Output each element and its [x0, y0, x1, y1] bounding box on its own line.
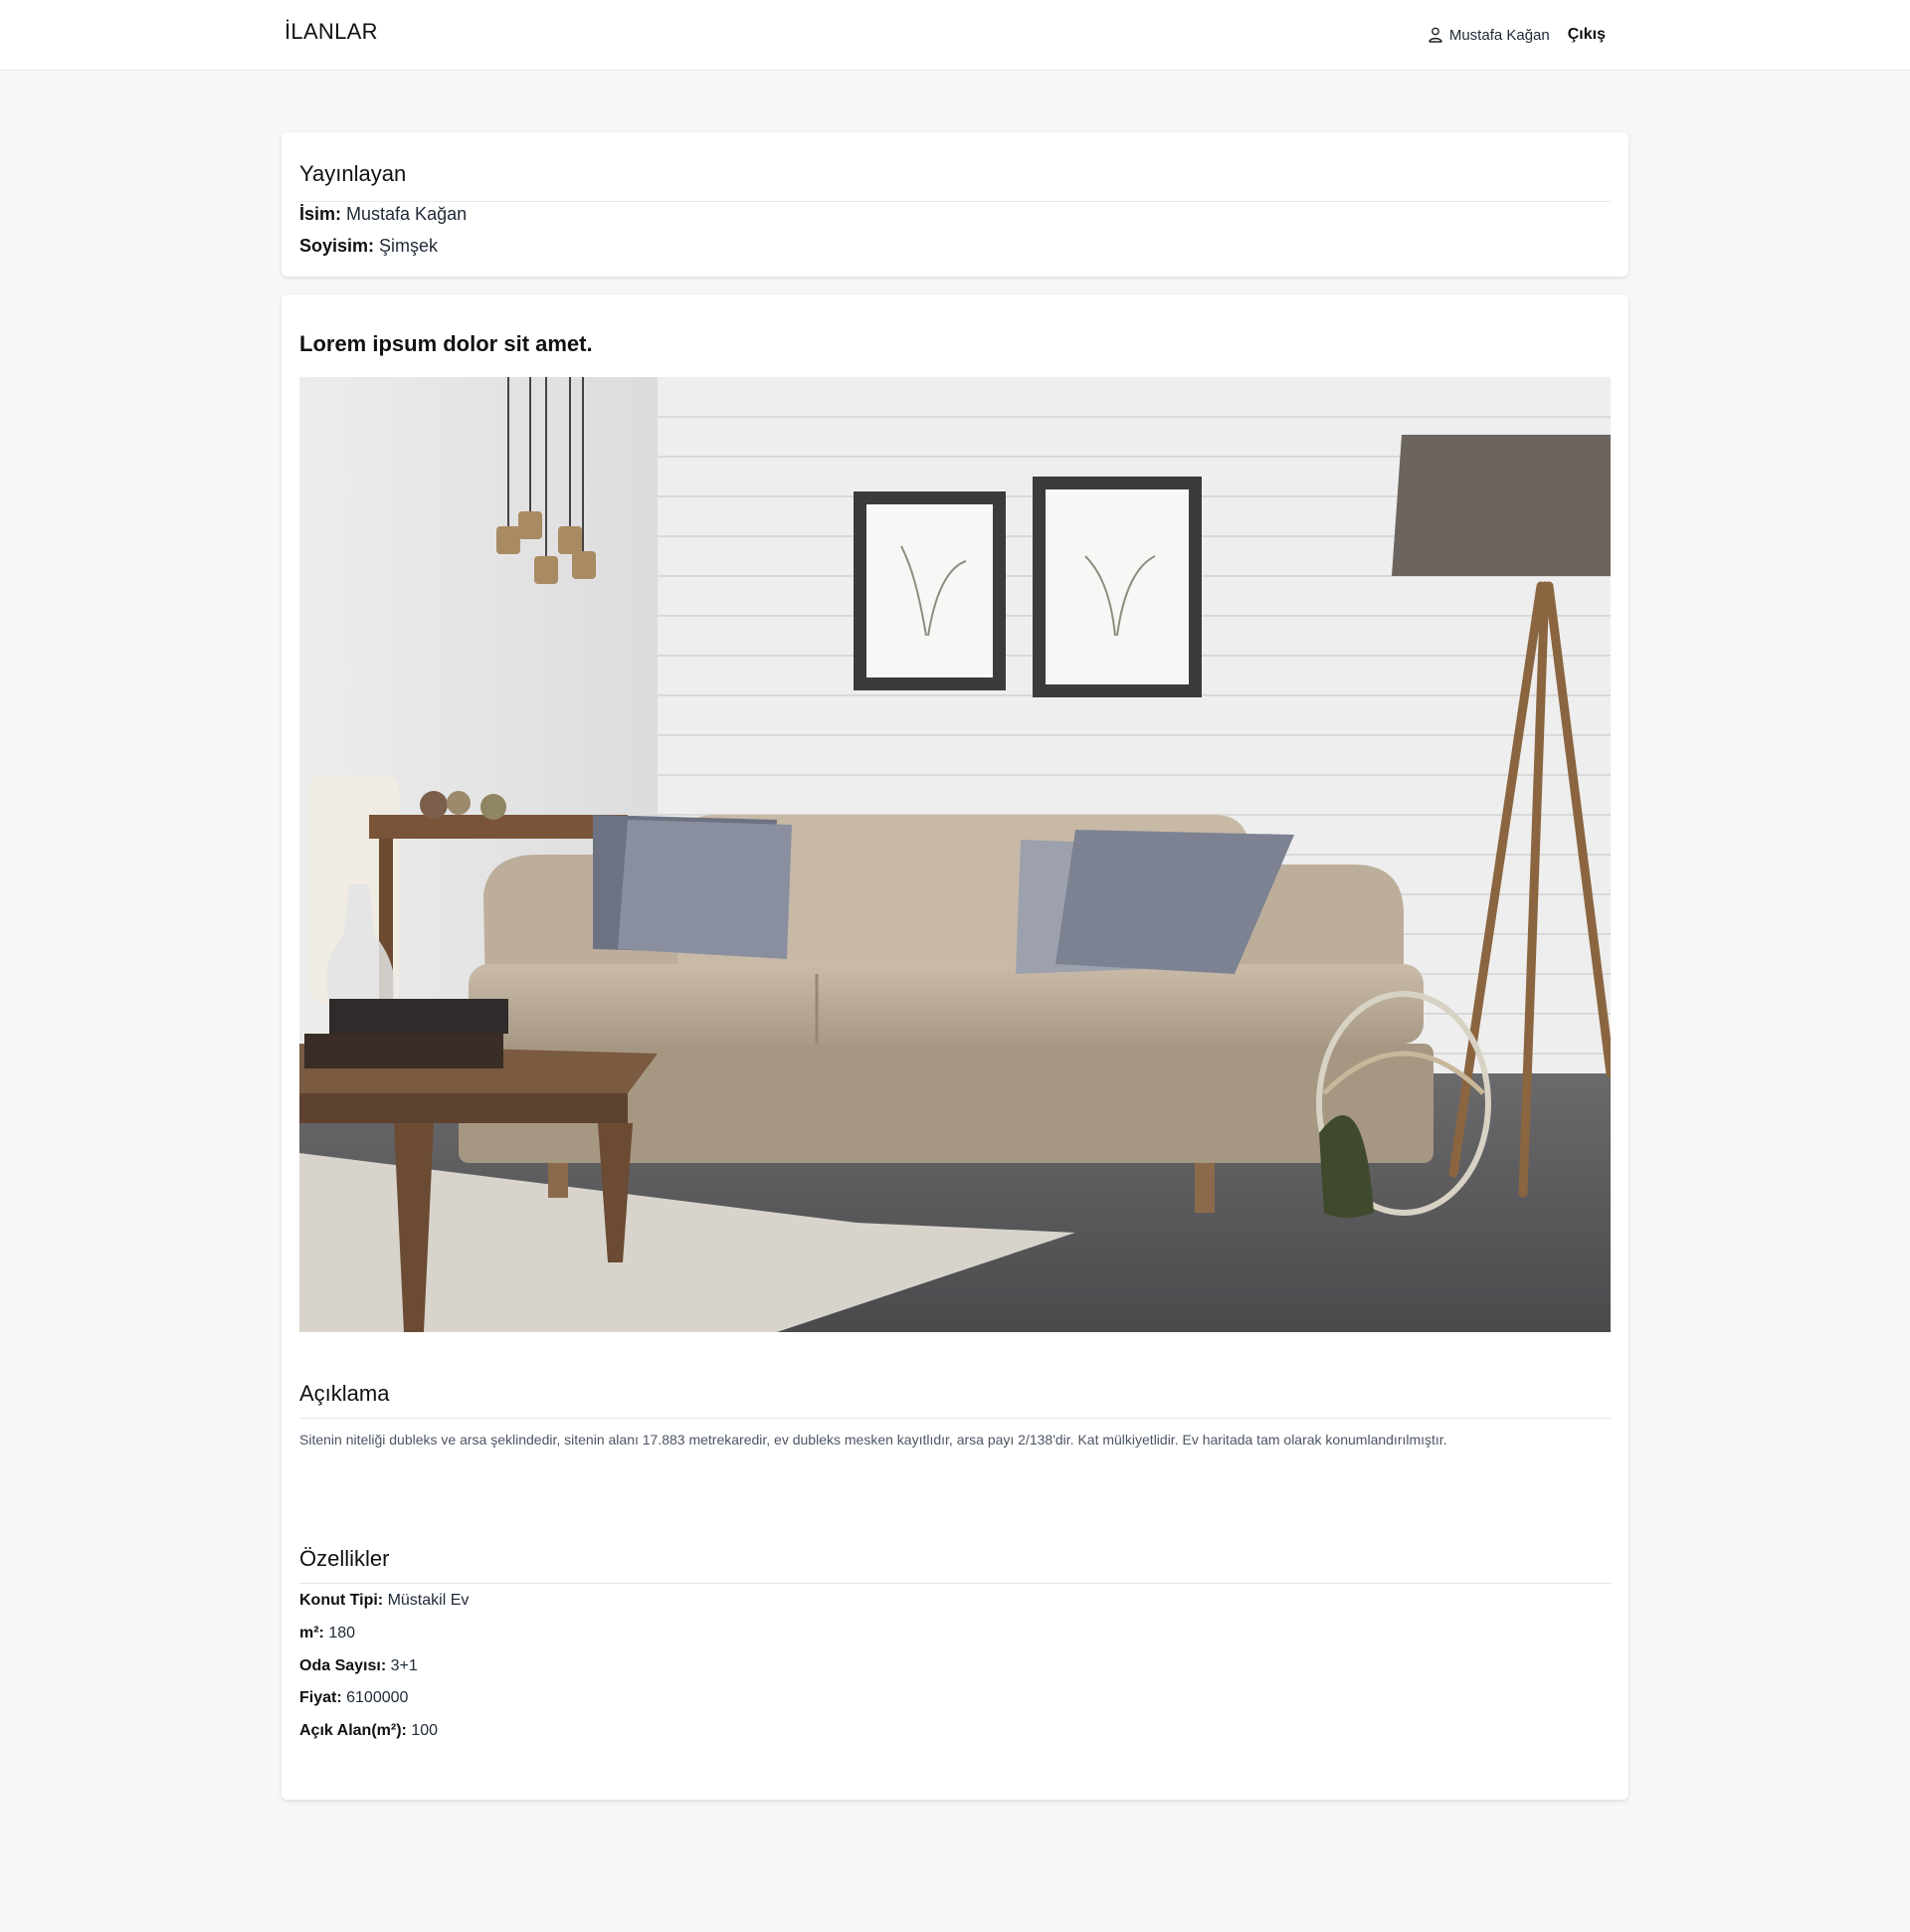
- logout-button[interactable]: Çıkış: [1568, 26, 1606, 44]
- feature-row: m²: 180: [299, 1625, 355, 1642]
- description-heading: Açıklama: [299, 1381, 390, 1406]
- listing-photo: [299, 377, 1611, 1332]
- user-name-label: Mustafa Kağan: [1448, 26, 1550, 44]
- name-value: Mustafa Kağan: [346, 204, 468, 224]
- navbar-container: İLANLAR Mustafa Kağan Çıkış: [285, 0, 1606, 70]
- name-label: İsim:: [299, 204, 342, 224]
- feature-label: Fiyat:: [299, 1689, 342, 1706]
- feature-row: Açık Alan(m²): 100: [299, 1722, 438, 1740]
- features-divider: [299, 1583, 1611, 1584]
- publisher-divider: [299, 201, 1611, 202]
- feature-row: Fiyat: 6100000: [299, 1689, 408, 1707]
- living-room-photo-illustration: [299, 377, 1611, 1332]
- publisher-name-row: İsim: Mustafa Kağan: [299, 204, 467, 225]
- features-heading: Özellikler: [299, 1546, 390, 1571]
- feature-label: Açık Alan(m²):: [299, 1722, 407, 1739]
- publisher-surname-row: Soyisim: Şimşek: [299, 236, 438, 257]
- feature-value: 100: [411, 1722, 439, 1739]
- feature-value: 180: [328, 1625, 356, 1642]
- feature-label: Konut Tipi:: [299, 1592, 384, 1609]
- description-divider: [299, 1418, 1611, 1419]
- description-text: Sitenin niteliği dubleks ve arsa şeklind…: [299, 1432, 1447, 1448]
- top-navbar: İLANLAR Mustafa Kağan Çıkış: [0, 0, 1910, 71]
- feature-value: 3+1: [390, 1657, 418, 1674]
- feature-row: Oda Sayısı: 3+1: [299, 1657, 418, 1675]
- feature-label: Oda Sayısı:: [299, 1657, 387, 1674]
- feature-label: m²:: [299, 1625, 324, 1642]
- publisher-card: Yayınlayan İsim: Mustafa Kağan Soyisim: …: [282, 132, 1628, 277]
- brand-logo-link[interactable]: İLANLAR: [285, 19, 378, 45]
- feature-row: Konut Tipi: Müstakil Ev: [299, 1592, 469, 1610]
- surname-value: Şimşek: [379, 236, 439, 256]
- listing-title: Lorem ipsum dolor sit amet.: [299, 331, 593, 356]
- user-icon: [1429, 27, 1442, 43]
- publisher-heading: Yayınlayan: [299, 161, 407, 186]
- listing-card: Lorem ipsum dolor sit amet. Açıklama Sit…: [282, 294, 1628, 1800]
- feature-value: 6100000: [346, 1689, 409, 1706]
- navbar-user-menu: Mustafa Kağan Çıkış: [1429, 26, 1606, 44]
- surname-label: Soyisim:: [299, 236, 375, 256]
- feature-value: Müstakil Ev: [387, 1592, 470, 1609]
- profile-link[interactable]: Mustafa Kağan: [1429, 27, 1550, 44]
